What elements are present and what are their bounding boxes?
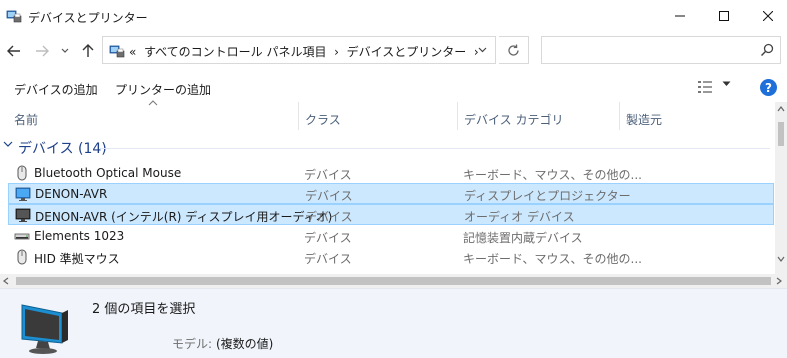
device-class: デバイス [304,231,352,245]
arrow-right-icon [36,45,49,57]
column-header-class[interactable]: クラス [298,102,457,130]
device-name: DENON-AVR [35,187,108,201]
view-options-dropdown-icon[interactable] [722,81,731,87]
monitor-dark-icon [15,208,31,222]
refresh-icon [508,43,519,56]
model-label: モデル: [172,337,213,351]
address-dropdown-button[interactable] [468,36,496,64]
chevron-down-icon [478,47,486,53]
device-name: DENON-AVR (インテル(R) ディスプレイ用オーディオ) [35,210,333,224]
scroll-down-icon[interactable] [775,256,787,262]
chevron-down-icon [3,141,13,147]
breadcrumb-separator[interactable]: › [334,45,339,59]
column-header-manufacturer[interactable]: 製造元 [619,102,775,130]
address-bar[interactable]: « すべてのコントロール パネル項目 › デバイスとプリンター › [102,36,496,64]
breadcrumb-devices-printers[interactable]: デバイスとプリンター [347,45,467,59]
mouse-icon [17,249,27,265]
device-category: キーボード、マウス、その他の... [463,168,642,182]
devices-printers-icon [6,10,22,23]
column-header-row: 名前 クラス デバイス カテゴリ 製造元 [0,102,775,130]
column-header-category[interactable]: デバイス カテゴリ [457,102,619,130]
window-title: デバイスとプリンター [28,11,148,25]
title-bar: デバイスとプリンター [0,0,787,32]
monitor-icon [21,304,68,354]
control-panel-icon [109,45,125,58]
search-icon [760,43,774,57]
add-printer-button[interactable]: プリンターの追加 [115,81,211,98]
maximize-button[interactable] [701,0,747,32]
details-view-icon[interactable] [697,80,713,94]
group-title: デバイス (14) [18,141,107,157]
model-value: (複数の値) [216,337,274,351]
maximize-icon [719,11,729,21]
device-group-header[interactable]: デバイス (14) [0,137,775,159]
search-input[interactable] [541,36,781,64]
details-pane: 2 個の項目を選択 モデル: (複数の値) [0,288,787,358]
vertical-scroll-thumb[interactable] [778,122,784,146]
column-header-name[interactable]: 名前 [0,102,298,130]
horizontal-scrollbar[interactable] [0,274,787,288]
mouse-icon [17,165,27,181]
close-icon [763,11,773,21]
sort-ascending-icon [148,100,158,106]
help-icon[interactable]: ? [760,79,777,96]
back-button[interactable] [4,40,24,62]
device-category: 記憶装置内蔵デバイス [463,231,583,245]
breadcrumb-control-panel[interactable]: すべてのコントロール パネル項目 [144,45,327,59]
breadcrumb: « すべてのコントロール パネル項目 › デバイスとプリンター › [129,43,479,60]
device-class: デバイス [305,189,353,203]
drive-icon [14,233,30,240]
arrow-up-icon [82,44,94,57]
horizontal-scroll-thumb[interactable] [16,277,771,285]
device-name: HID 準拠マウス [34,252,120,266]
device-category: キーボード、マウス、その他の... [463,252,642,266]
device-class: デバイス [304,168,352,182]
device-category: オーディオ デバイス [464,210,575,224]
scroll-up-icon[interactable] [775,106,787,112]
list-item[interactable]: HID 準拠マウス デバイス キーボード、マウス、その他の... [8,247,774,268]
forward-button[interactable] [32,40,52,62]
list-item[interactable]: DENON-AVR (インテル(R) ディスプレイ用オーディオ) デバイス オー… [8,204,774,225]
device-class: デバイス [304,252,352,266]
vertical-scrollbar[interactable] [775,102,787,274]
list-item[interactable]: Elements 1023 デバイス 記憶装置内蔵デバイス [8,226,774,247]
monitor-icon [15,187,31,201]
device-class: デバイス [305,210,353,224]
command-bar: デバイスの追加 プリンターの追加 [0,72,787,102]
refresh-button[interactable] [499,36,529,64]
selection-summary: 2 個の項目を選択 [92,302,196,317]
breadcrumb-overflow[interactable]: « [129,45,136,59]
list-item[interactable]: DENON-AVR デバイス ディスプレイとプロジェクター [8,183,774,204]
group-divider [100,148,770,149]
chevron-down-icon [61,48,69,53]
list-item[interactable]: Bluetooth Optical Mouse デバイス キーボード、マウス、そ… [8,163,774,184]
close-button[interactable] [745,0,787,32]
device-name: Bluetooth Optical Mouse [34,166,182,180]
device-category: ディスプレイとプロジェクター [464,189,631,203]
minimize-button[interactable] [657,0,703,32]
minimize-icon [675,15,685,17]
scroll-right-icon[interactable] [776,275,782,287]
scroll-left-icon[interactable] [3,275,9,287]
add-device-button[interactable]: デバイスの追加 [14,81,98,98]
up-button[interactable] [78,40,98,62]
arrow-left-icon [7,45,20,57]
device-name: Elements 1023 [34,229,125,243]
recent-locations-button[interactable] [58,40,72,62]
